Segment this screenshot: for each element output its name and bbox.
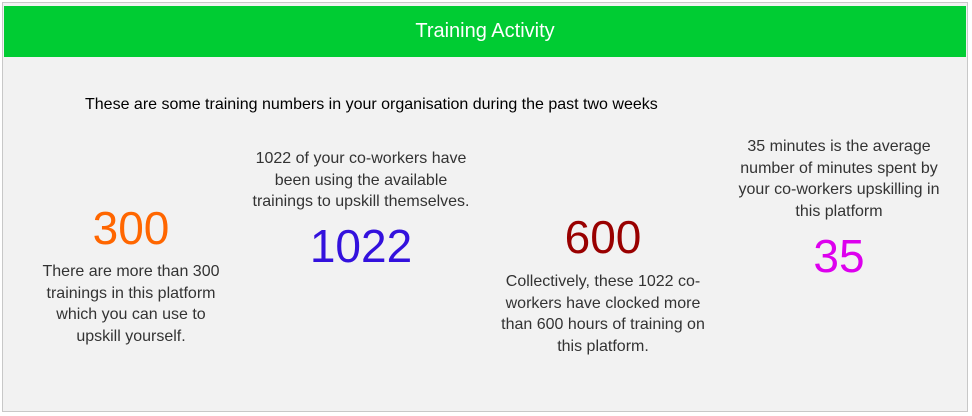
stat-value: 1022 — [309, 220, 413, 273]
stat-trainings-available: 300 There are more than 300 trainings in… — [36, 205, 226, 348]
stat-description: There are more than 300 trainings in thi… — [42, 263, 220, 346]
stat-value: 35 — [813, 229, 865, 282]
stat-description: 1022 of your co-workers have been using … — [252, 150, 470, 211]
stat-description: Collectively, these 1022 co-workers have… — [501, 273, 705, 356]
stat-value: 300 — [92, 202, 170, 254]
stat-average-minutes: 35 minutes is the average number of minu… — [738, 136, 940, 279]
intro-text: These are some training numbers in your … — [85, 96, 658, 113]
panel-title: Training Activity — [415, 20, 555, 42]
stat-value: 600 — [564, 211, 642, 263]
stat-description: 35 minutes is the average number of minu… — [738, 138, 940, 221]
stat-hours-clocked: 600 Collectively, these 1022 co-workers … — [488, 214, 718, 358]
stat-active-coworkers: 1022 of your co-workers have been using … — [248, 148, 474, 269]
panel-header: Training Activity — [4, 6, 966, 57]
